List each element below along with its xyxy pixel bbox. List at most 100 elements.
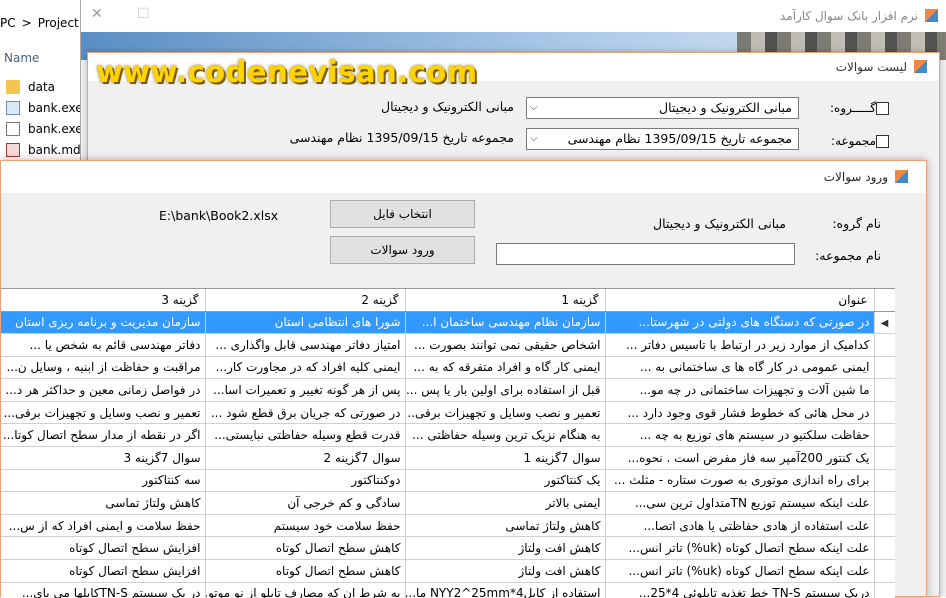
table-cell[interactable]: قدرت قطع وسیله حفاظتی نبایستی... (205, 423, 406, 448)
row-header[interactable] (874, 514, 895, 538)
table-cell[interactable]: دفاتر مهندسی قائم به شخص یا ... (1, 333, 206, 357)
table-cell[interactable]: شورا های انتظامی استان (205, 311, 406, 335)
import-title-bar[interactable]: ورود سوالات (1, 161, 926, 193)
column-header-option-3[interactable]: گزینه 3 (1, 289, 206, 312)
table-cell[interactable]: سوال 7گزینه 1 (405, 446, 606, 470)
table-cell[interactable]: ایمنی بالاتر (405, 491, 606, 515)
table-cell[interactable]: افزایش سطح اتصال کوتاه (1, 536, 206, 561)
table-row[interactable]: ما شین آلات و تجهیزات ساختمانی در چه مو.… (1, 378, 895, 402)
table-cell[interactable]: کاهش افت ولتاژ (405, 559, 606, 583)
table-cell[interactable]: قبل از استفاده برای اولین بار یا پس ... (405, 378, 606, 402)
table-cell[interactable]: علت استفاده از هادی حفاظتی یا هادی اتصا.… (605, 514, 875, 538)
table-row[interactable]: حفاظت سلکتیو در سیستم های توزیع به چه ..… (1, 423, 895, 448)
table-cell[interactable]: دوکنتاکتور (205, 469, 406, 493)
table-cell[interactable]: در فواصل زمانی معین و حداکثر هر د... (1, 378, 206, 402)
table-row[interactable]: یک کنتور 200آمپر سه فاز مفرض است . نحوه.… (1, 446, 895, 470)
group-combobox[interactable]: مبانی الکترونیک و دیجیتال ⌵ (526, 97, 799, 119)
table-cell[interactable]: اشخاص حقیقی نمی توانند بصورت ... (405, 333, 606, 357)
table-cell[interactable]: یک کنتاکتور (405, 469, 606, 493)
close-icon[interactable]: ✕ (91, 6, 103, 22)
table-cell[interactable]: سه کنتاکتور (1, 469, 206, 493)
table-cell[interactable]: ایمنی کلیه افراد که در مجاورت کار... (205, 356, 406, 380)
table-row[interactable]: ایمنی عمومی در کار گاه ها ی ساختمانی به … (1, 356, 895, 380)
table-row[interactable]: دریک سیستم TN-S خط تغذیه تابلوئی 4*25...… (1, 582, 895, 598)
column-header-title[interactable]: عنوان (605, 289, 875, 312)
collection-checkbox[interactable] (876, 134, 889, 148)
select-file-button[interactable]: انتخاب فایل (330, 200, 475, 228)
table-row[interactable]: علت استفاده از هادی حفاظتی یا هادی اتصا.… (1, 514, 895, 538)
chevron-down-icon[interactable]: ⌵ (530, 98, 538, 118)
row-header[interactable] (874, 423, 895, 448)
table-cell[interactable]: افزایش سطح اتصال کوتاه (1, 559, 206, 583)
table-cell[interactable]: سازمان مدیریت و برنامه ریزی استان (1, 311, 206, 335)
table-cell[interactable]: به هنگام نزیک ترین وسیله حفاظتی ... (405, 423, 606, 448)
row-header[interactable] (874, 491, 895, 515)
breadcrumb-project[interactable]: Project (38, 16, 79, 30)
row-header[interactable]: ◀ (874, 311, 895, 335)
row-header[interactable] (874, 378, 895, 402)
table-row[interactable]: علت اینکه سطح اتصال کوتاه (uk%) تاتر انس… (1, 559, 895, 583)
table-cell[interactable]: ما شین آلات و تجهیزات ساختمانی در چه مو.… (605, 378, 875, 402)
row-header[interactable] (874, 446, 895, 470)
table-cell[interactable]: در صورتی که دستگاه های دولتی در شهرستا..… (605, 311, 875, 335)
table-cell[interactable]: پس از هر گونه تغییر و تعمیرات اسا... (205, 378, 406, 402)
table-row[interactable]: علت اینکه سطح اتصال کوتاه (uk%) تاتر انس… (1, 536, 895, 561)
name-column-header[interactable]: Name (4, 51, 39, 65)
group-checkbox[interactable] (876, 101, 889, 115)
collection-combobox[interactable]: مجموعه تاریخ 1395/09/15 نظام مهندسی ⌵ (526, 128, 799, 150)
table-row[interactable]: در محل هائی که خطوط فشار قوی وجود دارد .… (1, 401, 895, 425)
maximize-icon[interactable]: ☐ (137, 6, 150, 22)
table-cell[interactable]: سادگی و کم خرجی آن (205, 491, 406, 515)
questions-grid[interactable]: عنوان گزینه 1 گزینه 2 گزینه 3 ◀ در صورتی … (1, 288, 895, 598)
table-cell[interactable]: استفاده از کابل4*NYY2^25mm ما... (405, 582, 606, 598)
table-cell[interactable]: در محل هائی که خطوط فشار قوی وجود دارد .… (605, 401, 875, 425)
row-header[interactable] (874, 401, 895, 425)
chevron-down-icon[interactable]: ⌵ (530, 129, 538, 149)
table-cell[interactable]: کاهش ولتاژ تماسی (1, 491, 206, 515)
table-cell[interactable]: مراقبت و حفاظت از ابنیه ، وسایل ن... (1, 356, 206, 380)
breadcrumb-pc[interactable]: PC (0, 16, 16, 30)
table-cell[interactable]: علت اینکه سطح اتصال کوتاه (uk%) تاتر انس… (605, 559, 875, 583)
table-cell[interactable]: کاهش سطح اتصال کوتاه (205, 536, 406, 561)
table-row[interactable]: برای راه اندازی موتوری به صورت ستاره - م… (1, 469, 895, 493)
row-header-corner[interactable] (874, 289, 895, 312)
table-cell[interactable]: علت اینکه سطح اتصال کوتاه (uk%) تاتر انس… (605, 536, 875, 561)
table-cell[interactable]: حفاظت سلکتیو در سیستم های توزیع به چه ..… (605, 423, 875, 448)
breadcrumb[interactable]: PC > Project (0, 16, 85, 36)
table-cell[interactable]: کاهش ولتاژ تماسی (405, 514, 606, 538)
row-header[interactable] (874, 333, 895, 357)
table-cell[interactable]: دریک سیستم TN-S خط تغذیه تابلوئی 4*25... (605, 582, 875, 598)
table-cell[interactable]: برای راه اندازی موتوری به صورت ستاره - م… (605, 469, 875, 493)
table-row[interactable]: ◀ در صورتی که دستگاه های دولتی در شهرستا.… (1, 311, 895, 335)
row-header[interactable] (874, 469, 895, 493)
table-cell[interactable]: سوال 7گزینه 2 (205, 446, 406, 470)
table-cell[interactable]: کدامیک از موارد زیر در ارتباط با تاسیس د… (605, 333, 875, 357)
row-header[interactable] (874, 356, 895, 380)
table-cell[interactable]: تعمیر و نصب وسایل و تجهیزات برقی... (405, 401, 606, 425)
table-cell[interactable]: ایمنی کار گاه و افراد متفرقه که به ... (405, 356, 606, 380)
table-cell[interactable]: در صورتی که جریان برق قطع شود ... (205, 401, 406, 425)
table-cell[interactable]: کاهش سطح اتصال کوتاه (205, 559, 406, 583)
table-cell[interactable]: یک کنتور 200آمپر سه فاز مفرض است . نحوه.… (605, 446, 875, 470)
table-cell[interactable]: سازمان نظام مهندسی ساختمان ا... (405, 311, 606, 335)
table-cell[interactable]: به شرط ان که مصارف تابلو از نو موتو... (205, 582, 406, 598)
table-row[interactable]: کدامیک از موارد زیر در ارتباط با تاسیس د… (1, 333, 895, 357)
table-cell[interactable]: کاهش افت ولتاژ (405, 536, 606, 561)
table-cell[interactable]: علت اینکه سیستم توزیع TNمتداول ترین سی..… (605, 491, 875, 515)
row-header[interactable] (874, 536, 895, 561)
main-title-bar[interactable]: ✕ ☐ نرم افزار بانک سوال کارآمد (81, 0, 946, 32)
row-header[interactable] (874, 559, 895, 583)
table-cell[interactable]: حفظ سلامت خود سیستم (205, 514, 406, 538)
import-questions-button[interactable]: ورود سوالات (330, 236, 475, 264)
table-cell[interactable]: اگر در نقطه از مدار سطح اتصال کوتا... (1, 423, 206, 448)
table-row[interactable]: علت اینکه سیستم توزیع TNمتداول ترین سی..… (1, 491, 895, 515)
column-header-option-2[interactable]: گزینه 2 (205, 289, 406, 312)
table-cell[interactable]: حفظ سلامت و ایمنی افراد که از س... (1, 514, 206, 538)
table-cell[interactable]: سوال 7گزینه 3 (1, 446, 206, 470)
table-cell[interactable]: تعمیر و نصب وسایل و تجهیزات برقی... (1, 401, 206, 425)
column-header-option-1[interactable]: گزینه 1 (405, 289, 606, 312)
collection-name-input[interactable] (496, 243, 795, 265)
table-cell[interactable]: در یک سیستم TN-Sکابلها می بای... (1, 582, 206, 598)
table-cell[interactable]: امتیاز دفاتر مهندسی قابل واگذاری ... (205, 333, 406, 357)
table-cell[interactable]: ایمنی عمومی در کار گاه ها ی ساختمانی به … (605, 356, 875, 380)
